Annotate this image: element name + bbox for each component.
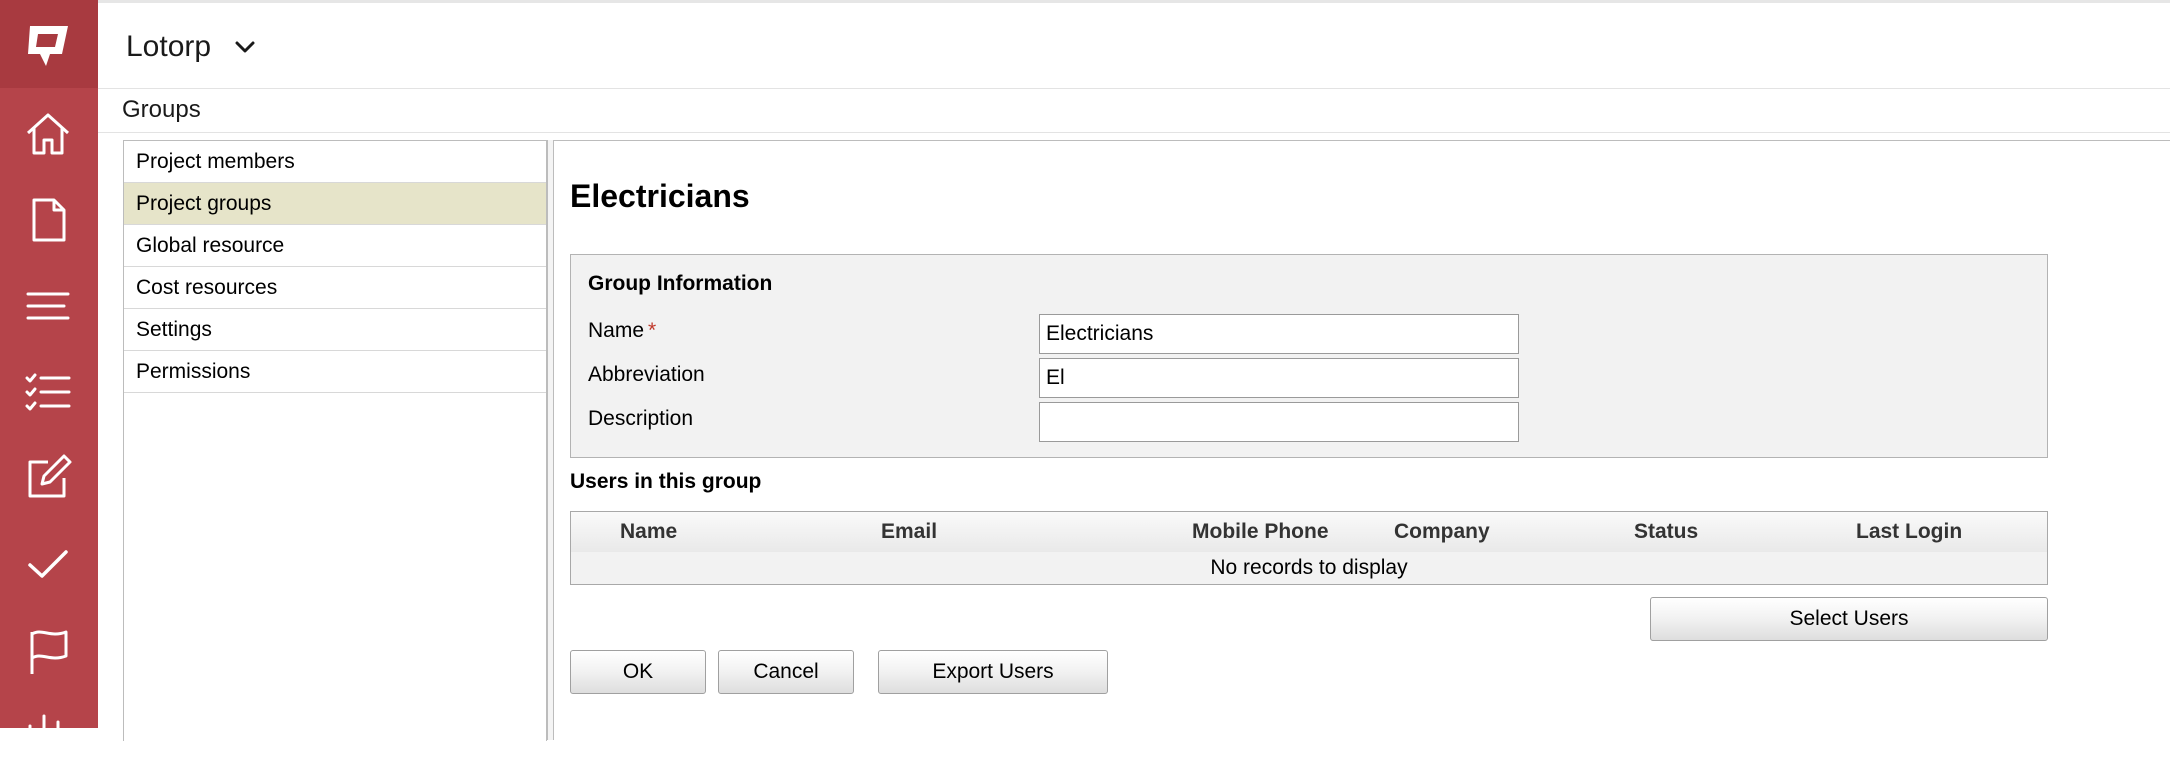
name-label-text: Name — [588, 319, 645, 342]
breadcrumb: Groups — [122, 96, 201, 123]
nav-rail — [0, 0, 98, 748]
breadcrumb-bar: Groups — [98, 89, 2170, 133]
description-input[interactable] — [1039, 402, 1519, 442]
menu-item-cost-resources[interactable]: Cost resources — [124, 267, 546, 309]
users-grid-empty-message: No records to display — [571, 552, 2047, 584]
group-information-heading: Group Information — [588, 272, 773, 295]
edit-icon[interactable] — [20, 450, 76, 506]
settings-menu: Project members Project groups Global re… — [123, 140, 547, 741]
ok-button[interactable]: OK — [570, 650, 706, 694]
header: Lotorp — [98, 3, 2170, 89]
menu-item-settings[interactable]: Settings — [124, 309, 546, 351]
chart-icon[interactable] — [20, 706, 76, 762]
users-grid: Name Email Mobile Phone Company Status L… — [570, 511, 2048, 585]
content-divider — [554, 140, 2170, 141]
app-logo[interactable] — [0, 0, 98, 88]
column-header-name[interactable]: Name — [620, 520, 677, 544]
users-section-heading: Users in this group — [570, 470, 762, 493]
abbreviation-label: Abbreviation — [588, 363, 705, 386]
group-information-panel: Group Information Name* Abbreviation Des… — [570, 254, 2048, 458]
menu-item-project-members[interactable]: Project members — [124, 141, 546, 183]
list-icon[interactable] — [20, 278, 76, 334]
name-label: Name * — [588, 319, 656, 343]
document-icon[interactable] — [20, 192, 76, 248]
column-header-company[interactable]: Company — [1394, 520, 1490, 544]
column-header-email[interactable]: Email — [881, 520, 937, 544]
chevron-down-icon — [235, 41, 255, 53]
project-switcher[interactable]: Lotorp — [126, 27, 259, 67]
logo-icon — [28, 26, 68, 66]
menu-item-project-groups[interactable]: Project groups — [124, 183, 546, 225]
panel-splitter[interactable] — [547, 140, 554, 740]
column-header-last-login[interactable]: Last Login — [1856, 520, 1962, 544]
project-name: Lotorp — [126, 30, 212, 63]
cancel-button[interactable]: Cancel — [718, 650, 854, 694]
checklist-icon[interactable] — [20, 364, 76, 420]
column-header-mobile-phone[interactable]: Mobile Phone — [1192, 520, 1329, 544]
abbreviation-input[interactable] — [1039, 358, 1519, 398]
menu-item-global-resource[interactable]: Global resource — [124, 225, 546, 267]
flag-icon[interactable] — [20, 622, 76, 678]
export-users-button[interactable]: Export Users — [878, 650, 1108, 694]
users-grid-header: Name Email Mobile Phone Company Status L… — [571, 512, 2047, 553]
check-icon[interactable] — [20, 536, 76, 592]
required-marker: * — [648, 319, 657, 342]
home-icon[interactable] — [20, 106, 76, 162]
description-label: Description — [588, 407, 694, 430]
menu-item-permissions[interactable]: Permissions — [124, 351, 546, 393]
name-input[interactable] — [1039, 314, 1519, 354]
column-header-status[interactable]: Status — [1634, 520, 1698, 544]
page-title: Electricians — [570, 178, 750, 214]
select-users-button[interactable]: Select Users — [1650, 597, 2048, 641]
